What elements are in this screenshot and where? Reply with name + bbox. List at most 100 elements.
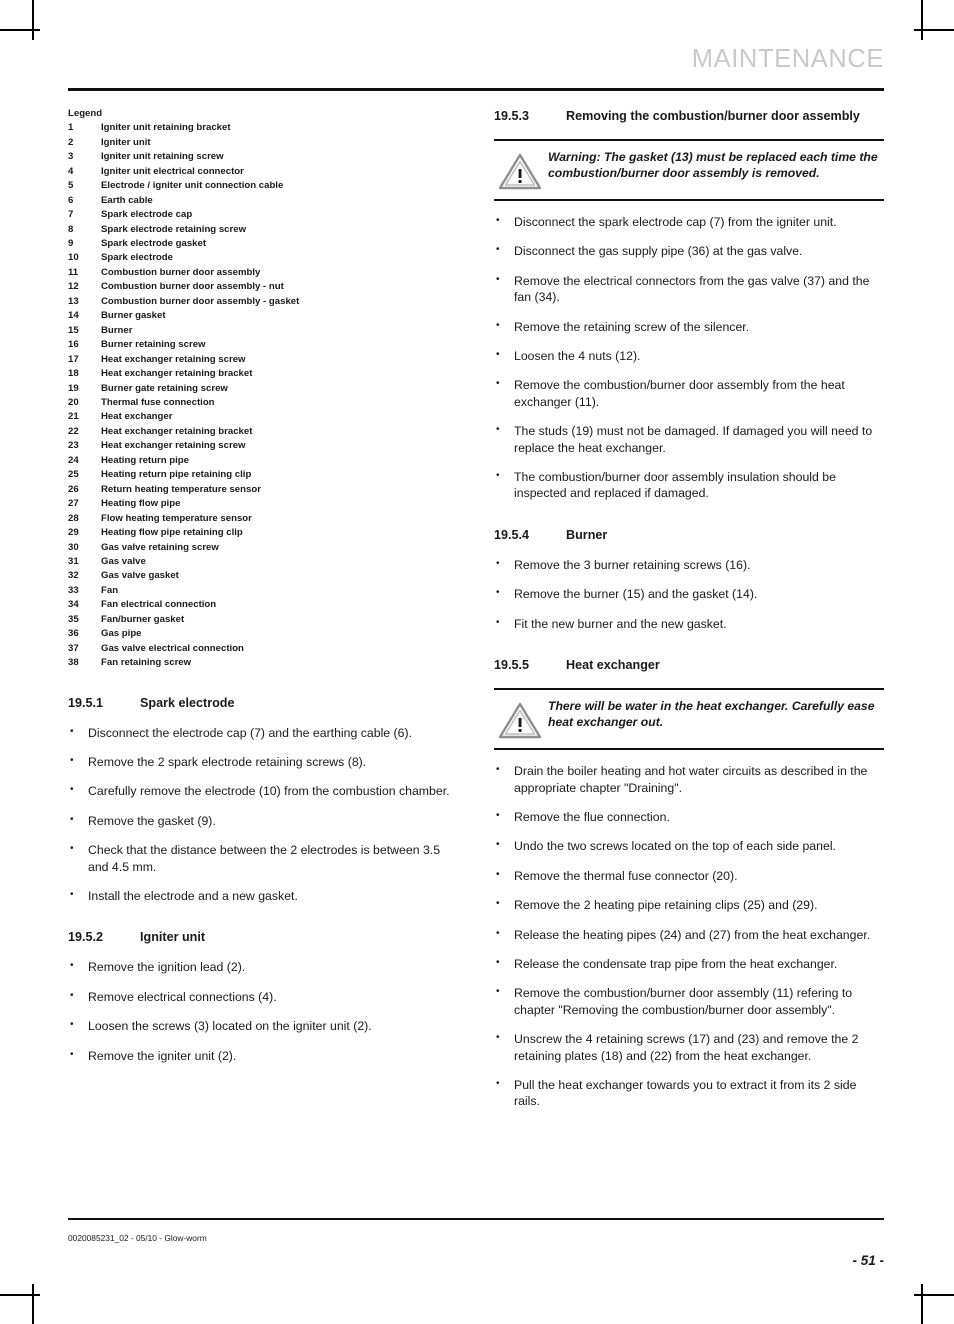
section-title: Spark electrode: [140, 695, 235, 710]
legend-item-label: Earth cable: [101, 194, 153, 206]
section-number: 19.5.4: [494, 527, 530, 542]
section-number: 19.5.5: [494, 658, 530, 673]
legend-item-label: Flow heating temperature sensor: [101, 512, 252, 524]
crop-mark-bottom-right-horizontal: [914, 1294, 954, 1296]
crop-mark-top-right-horizontal: [914, 29, 954, 31]
list-item: 27 Heating flow pipe: [68, 497, 458, 511]
list-item: Remove the 2 spark electrode retaining s…: [68, 753, 458, 770]
list-item: Remove the electrical connectors from th…: [494, 272, 884, 306]
list-item: 34 Fan electrical connection: [68, 598, 458, 612]
footer-divider: [68, 1218, 884, 1220]
list-item: 25 Heating return pipe retaining clip: [68, 468, 458, 482]
legend-item-label: Gas valve retaining screw: [101, 541, 219, 553]
legend-item-number: 1: [68, 122, 74, 134]
list-item: 1 Igniter unit retaining bracket: [68, 121, 458, 135]
legend-item-number: 16: [68, 339, 79, 351]
section-title: Burner: [566, 527, 608, 542]
crop-mark-top-left-horizontal: [0, 29, 40, 31]
legend-item-number: 24: [68, 454, 79, 466]
section-number: 19.5.1: [68, 695, 104, 710]
warning-text: There will be water in the heat exchange…: [548, 699, 875, 730]
list-item: 21 Heat exchanger: [68, 410, 458, 424]
legend-item-label: Igniter unit retaining bracket: [101, 122, 231, 134]
page-footer: 0020085231_02 - 05/10 - Glow-worm - 51 -: [68, 1218, 884, 1269]
legend-item-number: 17: [68, 353, 79, 365]
page-header: MAINTENANCE: [68, 44, 884, 92]
legend-list: 1 Igniter unit retaining bracket 2 Igniter…: [68, 121, 458, 670]
legend-item-label: Igniter unit retaining screw: [101, 151, 224, 163]
legend-item-label: Electrode / igniter unit connection cabl…: [101, 180, 284, 192]
bullet-list-burner: Remove the 3 burner retaining screws (16…: [494, 556, 884, 632]
section-number: 19.5.3: [494, 109, 530, 123]
legend-item-label: Heat exchanger: [101, 411, 173, 423]
list-item: 30 Gas valve retaining screw: [68, 541, 458, 555]
document-reference: 0020085231_02 - 05/10 - Glow-worm: [68, 1232, 207, 1243]
list-item: 26 Return heating temperature sensor: [68, 483, 458, 497]
page-title: MAINTENANCE: [691, 45, 884, 73]
list-item: Remove the thermal fuse connector (20).: [494, 867, 884, 884]
legend-heading: Legend: [68, 108, 103, 119]
list-item: 11 Combustion burner door assembly: [68, 266, 458, 280]
right-column: 19.5.3 Removing the combustion/burner do…: [494, 107, 884, 1110]
section-title: Heat exchanger: [566, 658, 660, 673]
legend-item-number: 18: [68, 368, 79, 380]
list-item: Disconnect the gas supply pipe (36) at t…: [494, 242, 884, 259]
legend-item-number: 9: [68, 238, 74, 250]
legend-item-number: 27: [68, 498, 79, 510]
legend-item-number: 31: [68, 556, 79, 567]
legend-item-number: 15: [68, 324, 79, 336]
list-item: Install the electrode and a new gasket.: [68, 887, 458, 904]
crop-mark-top-right-vertical: [921, 0, 923, 40]
legend-item-label: Igniter unit: [101, 136, 151, 148]
header-divider: [68, 88, 884, 91]
list-item: 4 Igniter unit electrical connector: [68, 165, 458, 179]
legend-item-label: Heating return pipe retaining clip: [101, 469, 252, 481]
list-item: Remove the gasket (9).: [68, 812, 458, 829]
list-item: Release the condensate trap pipe from th…: [494, 955, 884, 972]
legend-item-number: 13: [68, 295, 79, 307]
section-heading-spark-electrode: 19.5.1 Spark electrode: [68, 694, 458, 712]
list-item: 12 Combustion burner door assembly - nut: [68, 280, 458, 294]
left-column: Legend 1 Igniter unit retaining bracket 2…: [68, 107, 458, 1064]
crop-mark-bottom-right-vertical: [921, 1284, 923, 1324]
list-item: 22 Heat exchanger retaining bracket: [68, 425, 458, 439]
list-item: Remove the ignition lead (2).: [68, 958, 458, 975]
section-heading-igniter-unit: 19.5.2 Igniter unit: [68, 928, 458, 946]
legend-item-number: 12: [68, 281, 79, 293]
list-item: Drain the boiler heating and hot water c…: [494, 762, 884, 796]
list-item: 38 Fan retaining screw: [68, 656, 458, 670]
list-item: Pull the heat exchanger towards you to e…: [494, 1076, 884, 1110]
legend-item-label: Gas valve: [101, 556, 146, 567]
list-item: Remove the burner (15) and the gasket (1…: [494, 585, 884, 602]
list-item: Remove the combustion/burner door assemb…: [494, 376, 884, 410]
list-item: 17 Heat exchanger retaining screw: [68, 353, 458, 367]
list-item: Check that the distance between the 2 el…: [68, 841, 458, 875]
legend-item-label: Gas pipe: [101, 628, 142, 640]
list-item: Undo the two screws located on the top o…: [494, 837, 884, 854]
legend-item-label: Fan/burner gasket: [101, 613, 185, 625]
legend-item-label: Heat exchanger retaining bracket: [101, 368, 253, 380]
legend-item-number: 20: [68, 397, 79, 409]
legend-item-label: Return heating temperature sensor: [101, 483, 261, 495]
warning-triangle-icon: [494, 149, 548, 190]
list-item: 33 Fan: [68, 584, 458, 598]
legend-item-label: Fan: [101, 584, 119, 596]
section-heading-burner: 19.5.4 Burner: [494, 526, 884, 544]
list-item: 15 Burner: [68, 324, 458, 338]
list-item: 10 Spark electrode: [68, 251, 458, 265]
legend-item-label: Combustion burner door assembly: [101, 266, 261, 278]
list-item: 5 Electrode / igniter unit connection cab…: [68, 179, 458, 193]
legend-item-number: 35: [68, 613, 79, 625]
legend-item-label: Heat exchanger retaining screw: [101, 353, 246, 365]
list-item: 31 Gas valve: [68, 555, 458, 569]
list-item: 2 Igniter unit: [68, 136, 458, 150]
list-item: 16 Burner retaining screw: [68, 338, 458, 352]
warning-text: Warning: The gasket (13) must be replace…: [548, 150, 878, 181]
list-item: Disconnect the electrode cap (7) and the…: [68, 724, 458, 741]
list-item: 36 Gas pipe: [68, 627, 458, 641]
legend-item-label: Igniter unit electrical connector: [101, 165, 244, 177]
